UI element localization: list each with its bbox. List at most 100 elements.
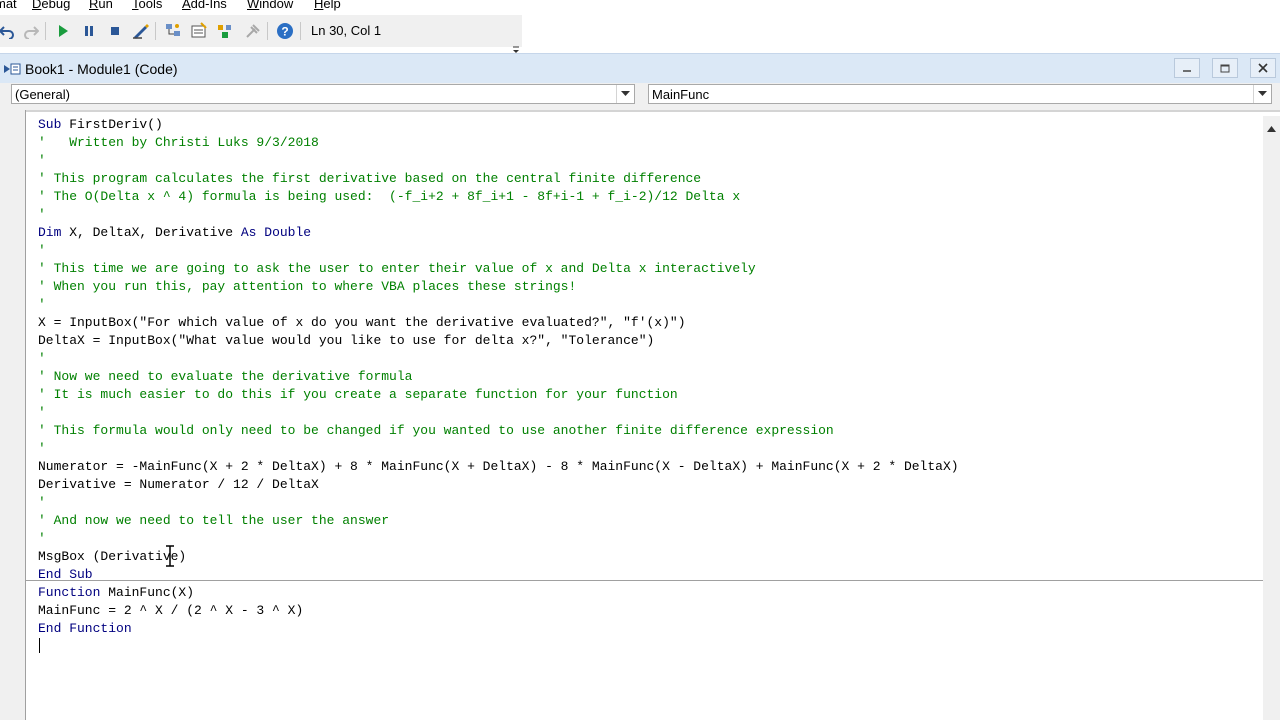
keyword-token: As Double [240, 225, 312, 240]
code-line[interactable]: DeltaX = InputBox("What value would you … [38, 332, 654, 350]
standard-toolbar: ? Ln 30, Col 1 [0, 15, 522, 53]
window-title: Book1 - Module1 (Code) [25, 61, 178, 77]
code-line[interactable]: Sub FirstDeriv() [38, 116, 163, 134]
menu-mat[interactable]: mat [0, 0, 17, 11]
help-icon[interactable]: ? [276, 22, 294, 40]
close-button[interactable] [1250, 58, 1276, 78]
toolbar-separator [267, 22, 268, 40]
code-token: DeltaX = InputBox("What value would you … [38, 333, 655, 348]
comment-token: ' [38, 153, 46, 168]
comment-token: ' This program calculates the first deri… [38, 171, 702, 186]
toolbar-separator [300, 22, 301, 40]
minimize-button[interactable] [1174, 58, 1200, 78]
svg-text:?: ? [281, 25, 288, 39]
code-line[interactable]: ' This program calculates the first deri… [38, 170, 701, 188]
code-line[interactable]: End Sub [38, 566, 93, 584]
code-token: X = InputBox("For which value of x do yo… [38, 315, 686, 330]
code-token: MsgBox (Derivative) [38, 549, 187, 564]
keyword-token: Dim [38, 225, 70, 240]
code-line[interactable]: ' This formula would only need to be cha… [38, 422, 834, 440]
comment-token: ' [38, 441, 46, 456]
module-icon [3, 62, 21, 76]
comment-token: ' [38, 243, 46, 258]
code-line[interactable]: ' [38, 242, 46, 260]
chevron-down-icon[interactable] [1253, 85, 1271, 103]
comment-token: ' [38, 297, 46, 312]
redo-icon[interactable] [22, 22, 40, 40]
code-token: Numerator = -MainFunc(X + 2 * DeltaX) + … [38, 459, 959, 474]
toolbar-separator [155, 22, 156, 40]
comment-token: ' When you run this, pay attention to wh… [38, 279, 577, 294]
vertical-scrollbar[interactable] [1263, 116, 1280, 720]
comment-token: ' [38, 531, 46, 546]
code-line[interactable]: ' This time we are going to ask the user… [38, 260, 756, 278]
keyword-token: Sub [38, 117, 70, 132]
code-line[interactable]: ' [38, 440, 46, 458]
comment-token: ' Written by Christi Luks 9/3/2018 [38, 135, 319, 150]
menu-tools[interactable]: Tools [132, 0, 162, 11]
code-token: X, DeltaX, Derivative [69, 225, 241, 240]
code-line[interactable]: Dim X, DeltaX, Derivative As Double [38, 224, 311, 242]
restore-button[interactable] [1212, 58, 1238, 78]
code-token: Derivative = Numerator / 12 / DeltaX [38, 477, 319, 492]
procedure-combo[interactable]: MainFunc [648, 84, 1272, 104]
code-line[interactable]: MsgBox (Derivative) [38, 548, 186, 566]
code-line[interactable]: Function MainFunc(X) [38, 584, 194, 602]
scroll-up-arrow-icon[interactable] [1263, 120, 1280, 137]
ibeam-cursor-icon [165, 545, 175, 567]
code-line[interactable]: ' It is much easier to do this if you cr… [38, 386, 678, 404]
comment-token: ' This formula would only need to be cha… [38, 423, 834, 438]
object-combo-value: (General) [15, 87, 70, 102]
toolbar-separator [45, 22, 46, 40]
properties-window-icon[interactable] [190, 22, 208, 40]
chevron-down-icon[interactable] [616, 85, 634, 103]
code-token: MainFunc = 2 ^ X / (2 ^ X - 3 ^ X) [38, 603, 304, 618]
comment-token: ' Now we need to evaluate the derivative… [38, 369, 413, 384]
code-line[interactable]: ' Now we need to evaluate the derivative… [38, 368, 412, 386]
design-mode-icon[interactable] [132, 22, 150, 40]
code-line[interactable]: ' [38, 350, 46, 368]
code-token: FirstDeriv() [69, 117, 163, 132]
comment-token: ' [38, 405, 46, 420]
undo-icon[interactable] [0, 22, 16, 40]
text-caret [39, 638, 40, 653]
object-browser-icon[interactable] [216, 22, 234, 40]
code-line[interactable]: ' The O(Delta x ^ 4) formula is being us… [38, 188, 740, 206]
keyword-token: End Function [38, 621, 132, 636]
code-line[interactable]: Derivative = Numerator / 12 / DeltaX [38, 476, 319, 494]
code-line[interactable]: ' When you run this, pay attention to wh… [38, 278, 576, 296]
keyword-token: Function [38, 585, 109, 600]
object-combo[interactable]: (General) [11, 84, 635, 104]
project-explorer-icon[interactable] [164, 22, 182, 40]
code-line[interactable]: ' [38, 494, 46, 512]
reset-icon[interactable] [106, 22, 124, 40]
code-line[interactable]: ' Written by Christi Luks 9/3/2018 [38, 134, 319, 152]
run-icon[interactable] [54, 22, 72, 40]
menu-debug[interactable]: Debug [32, 0, 70, 11]
margin-indicator-bar[interactable] [0, 110, 26, 720]
comment-token: ' This time we are going to ask the user… [38, 261, 756, 276]
code-line[interactable]: MainFunc = 2 ^ X / (2 ^ X - 3 ^ X) [38, 602, 303, 620]
code-line[interactable]: Numerator = -MainFunc(X + 2 * DeltaX) + … [38, 458, 959, 476]
code-text-area[interactable]: Sub FirstDeriv() ' Written by Christi Luk… [38, 116, 1263, 720]
menu-help[interactable]: Help [314, 0, 341, 11]
menu-bar: mat Debug Run Tools Add-Ins Window Help [0, 0, 1280, 14]
code-window-titlebar[interactable]: Book1 - Module1 (Code) [0, 53, 1280, 84]
code-line[interactable]: ' And now we need to tell the user the a… [38, 512, 389, 530]
code-line[interactable]: X = InputBox("For which value of x do yo… [38, 314, 686, 332]
toolbox-icon[interactable] [244, 22, 262, 40]
code-line[interactable]: End Function [38, 620, 132, 638]
procedure-separator [26, 580, 1263, 581]
code-window-combo-row: (General) MainFunc [0, 83, 1280, 110]
comment-token: ' The O(Delta x ^ 4) formula is being us… [38, 189, 741, 204]
menu-add-ins[interactable]: Add-Ins [182, 0, 227, 11]
code-line[interactable]: ' [38, 152, 46, 170]
break-icon[interactable] [80, 22, 98, 40]
menu-run[interactable]: Run [89, 0, 113, 11]
menu-window[interactable]: Window [247, 0, 293, 11]
code-line[interactable]: ' [38, 206, 46, 224]
code-line[interactable]: ' [38, 296, 46, 314]
comment-token: ' [38, 351, 46, 366]
code-line[interactable]: ' [38, 404, 46, 422]
code-line[interactable]: ' [38, 530, 46, 548]
